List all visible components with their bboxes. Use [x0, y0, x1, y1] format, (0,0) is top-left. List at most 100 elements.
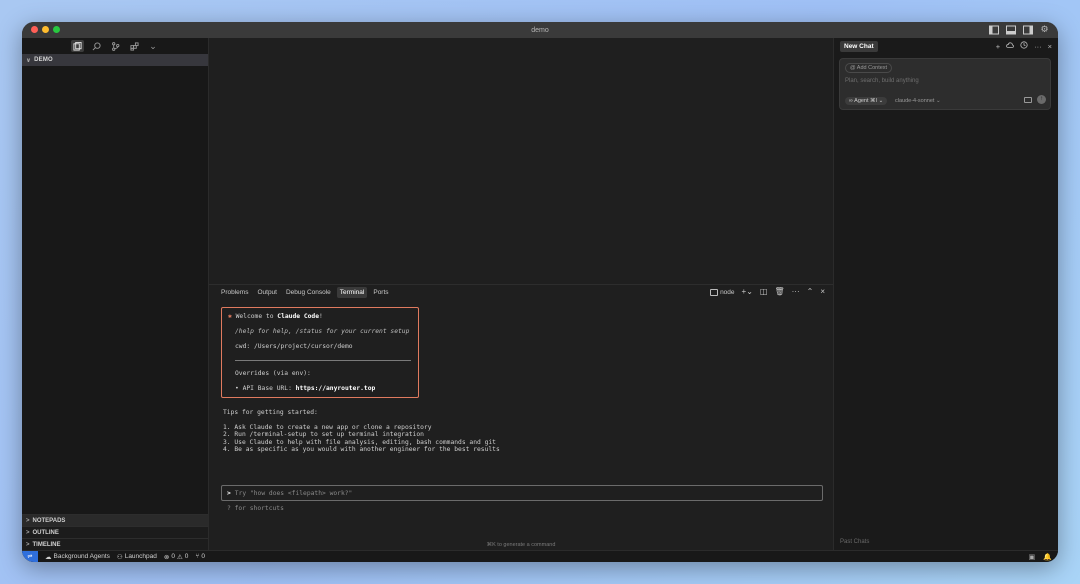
cwd-line: cwd: /Users/project/cursor/demo [235, 343, 353, 350]
tab-terminal[interactable]: Terminal [336, 286, 368, 298]
search-icon[interactable] [90, 40, 103, 52]
tab-debug-console[interactable]: Debug Console [283, 287, 334, 298]
source-control-branch-icon[interactable] [109, 40, 122, 52]
error-icon: ⊗ [163, 553, 170, 561]
claude-prompt-input[interactable]: > Try "how does <filepath> work?" [221, 485, 823, 501]
tab-problems[interactable]: Problems [218, 287, 251, 298]
tab-ports[interactable]: Ports [370, 287, 391, 298]
section-outline[interactable]: > OUTLINE [22, 526, 208, 538]
toggle-panel-icon[interactable] [1005, 24, 1016, 35]
layout-icon[interactable]: ▣ [1029, 553, 1036, 561]
section-outline-label: OUTLINE [32, 529, 59, 536]
notifications-bell-icon[interactable]: 🔔 [1043, 553, 1052, 561]
status-bar: ⇌ ☁ Background Agents ⚇ Launchpad ⊗ 0 ⚠ … [22, 550, 1058, 562]
warning-count: 0 [184, 553, 189, 560]
chevron-right-icon: > [26, 517, 30, 524]
editor-area[interactable] [209, 38, 833, 284]
background-agents-status[interactable]: ☁ Background Agents [45, 553, 110, 561]
cloud-icon: ☁ [45, 553, 52, 561]
tab-output[interactable]: Output [254, 287, 280, 298]
add-context-button[interactable]: @ Add Context [845, 63, 893, 73]
window-controls [31, 26, 60, 33]
history-clock-icon[interactable] [1020, 41, 1028, 51]
ports-icon: ⑂ [195, 553, 200, 560]
model-selector[interactable]: claude-4-sonnet ⌄ [895, 98, 941, 104]
chevron-down-icon: ∨ [26, 57, 32, 64]
close-window-button[interactable] [31, 26, 38, 33]
section-notepads[interactable]: > NOTEPADS [22, 514, 208, 526]
bottom-panel: Problems Output Debug Console Terminal P… [209, 284, 833, 550]
project-folder-header[interactable]: ∨ DEMO [22, 54, 208, 66]
close-chat-icon[interactable]: × [1048, 42, 1052, 51]
trash-icon[interactable]: 🗑 [774, 287, 784, 297]
section-timeline-label: TIMELINE [32, 541, 61, 548]
more-views-chevron-down-icon[interactable]: ⌄ [147, 40, 160, 52]
minimize-window-button[interactable] [42, 26, 49, 33]
new-terminal-plus-icon[interactable]: +⌄ [742, 287, 753, 297]
title-bar: demo ⚙ [22, 22, 1058, 38]
new-chat-plus-icon[interactable]: + [996, 42, 1000, 51]
toggle-sidebar-icon[interactable] [988, 24, 999, 35]
chevron-right-icon: > [26, 541, 30, 548]
toggle-secondary-sidebar-icon[interactable] [1022, 24, 1033, 35]
close-panel-icon[interactable]: × [820, 287, 825, 297]
api-label: • API Base URL: [235, 385, 296, 392]
more-actions-ellipsis-icon[interactable]: ··· [792, 287, 800, 297]
api-base-url-line: • API Base URL: https://anyrouter.top [228, 384, 412, 399]
prompt-placeholder: Try "how does <filepath> work?" [234, 489, 353, 497]
chat-sidebar: New Chat + ··· × @ Add Context Plan, sea… [833, 38, 1058, 550]
shortcuts-hint: ? for shortcuts [227, 505, 284, 512]
launchpad-status[interactable]: ⚇ Launchpad [117, 553, 157, 561]
split-terminal-icon[interactable]: ◫ [760, 287, 768, 297]
tip-item: 3. Use Claude to help with file analysis… [223, 438, 496, 446]
agent-mode-selector[interactable]: ∞ Agent ⌘I ⌄ [845, 97, 888, 105]
past-chats-label[interactable]: Past Chats [840, 539, 869, 545]
tip-item: 1. Ask Claude to create a new app or clo… [223, 423, 432, 431]
section-timeline[interactable]: > TIMELINE [22, 538, 208, 550]
more-ellipsis-icon[interactable]: ··· [1034, 42, 1042, 51]
help-line: /help for help, /status for your current… [235, 328, 410, 335]
chat-composer[interactable]: @ Add Context Plan, search, build anythi… [839, 58, 1051, 110]
status-right: ▣ 🔔 [1029, 553, 1052, 561]
cloud-icon[interactable] [1006, 41, 1015, 51]
tip-item: 2. Run /terminal-setup to set up termina… [223, 431, 424, 439]
welcome-suffix: ! [319, 313, 323, 320]
api-url: https://anyrouter.top [295, 385, 376, 392]
send-arrow-icon[interactable]: ↑ [1037, 95, 1046, 104]
panel-actions: node +⌄ ◫ 🗑 ··· ⌃ × [710, 287, 825, 297]
extensions-icon[interactable] [128, 40, 141, 52]
background-agents-label: Background Agents [53, 553, 110, 560]
tips-section: Tips for getting started: 1. Ask Claude … [223, 409, 500, 454]
problems-status[interactable]: ⊗ 0 ⚠ 0 [164, 553, 189, 561]
project-folder-name: DEMO [34, 57, 53, 63]
ports-count: 0 [201, 553, 205, 560]
section-notepads-label: NOTEPADS [32, 517, 66, 524]
overrides-line: Overrides (via env): [235, 370, 311, 377]
image-attach-icon[interactable] [1024, 97, 1032, 103]
cmdk-hint: ⌘K to generate a command [486, 542, 556, 548]
settings-gear-icon[interactable]: ⚙ [1039, 24, 1050, 35]
explorer-sidebar: ⌄ ∨ DEMO > NOTEPADS > OUTLINE > TIMELINE [22, 38, 209, 550]
window-title: demo [531, 26, 549, 34]
ports-status[interactable]: ⑂ 0 [195, 553, 205, 560]
tips-title: Tips for getting started: [223, 409, 318, 416]
tab-new-chat[interactable]: New Chat [840, 40, 878, 52]
maximize-panel-chevron-up-icon[interactable]: ⌃ [807, 287, 814, 297]
app-window: demo ⚙ ⌄ ∨ DEMO > NOTEPADS > OUTLINE > T… [22, 22, 1058, 562]
terminal-shell-selector[interactable]: node [710, 288, 735, 296]
terminal-icon [710, 288, 719, 296]
launchpad-label: Launchpad [124, 553, 157, 560]
chat-input-placeholder[interactable]: Plan, search, build anything [845, 78, 919, 84]
zoom-window-button[interactable] [53, 26, 60, 33]
chevron-right-icon: > [26, 529, 30, 536]
claude-welcome-box: ✱ Welcome to Claude Code! /help for help… [221, 307, 419, 398]
launchpad-icon: ⚇ [116, 553, 123, 561]
sidebar-toolbar: ⌄ [22, 38, 208, 54]
explorer-files-icon[interactable] [70, 40, 84, 52]
welcome-line: ✱ Welcome to Claude Code! [228, 312, 412, 327]
welcome-prefix: Welcome to [235, 313, 278, 320]
remote-indicator-icon[interactable]: ⇌ [22, 550, 38, 562]
prompt-caret: > [227, 489, 231, 497]
claude-asterisk-icon: ✱ [228, 313, 232, 320]
chat-actions: + ··· × [996, 41, 1052, 51]
